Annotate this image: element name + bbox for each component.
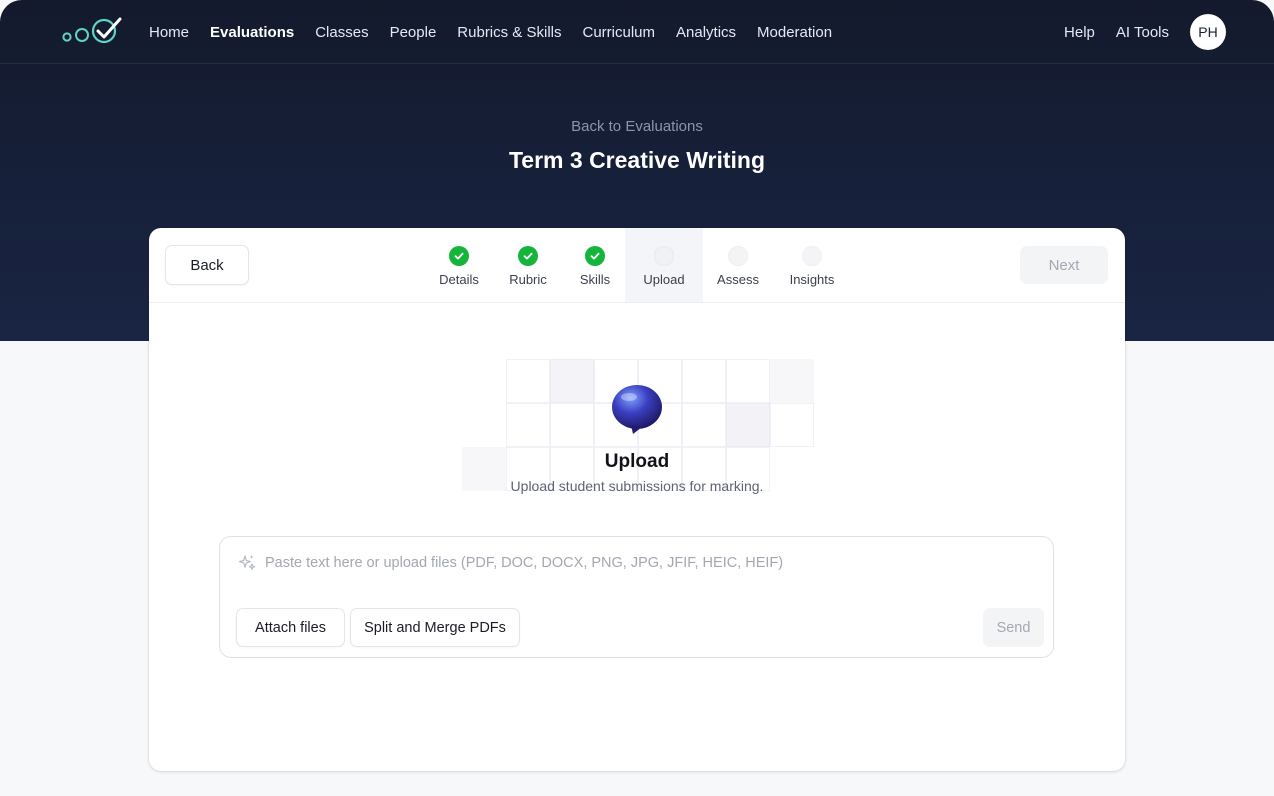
- wizard-steps: Details Rubric Skills Upload Assess Insi…: [149, 228, 1125, 303]
- nav-help[interactable]: Help: [1064, 24, 1095, 41]
- step-label: Upload: [643, 272, 685, 287]
- top-navigation: Home Evaluations Classes People Rubrics …: [0, 0, 1274, 64]
- step-upload[interactable]: Upload: [625, 228, 703, 302]
- nav-right: Help AI Tools PH: [1064, 0, 1226, 64]
- nav-curriculum[interactable]: Curriculum: [582, 24, 655, 41]
- upload-title: Upload: [604, 451, 670, 472]
- nav-analytics[interactable]: Analytics: [676, 24, 736, 41]
- app-logo[interactable]: [60, 16, 124, 46]
- submission-composer: Paste text here or upload files (PDF, DO…: [219, 536, 1054, 658]
- sparkle-icon: [238, 555, 256, 570]
- step-indicator: [802, 246, 822, 266]
- check-icon: [449, 246, 469, 266]
- step-label: Skills: [579, 272, 611, 287]
- back-button[interactable]: Back: [165, 245, 249, 285]
- wizard-card: Details Rubric Skills Upload Assess Insi…: [149, 228, 1125, 771]
- step-indicator: [728, 246, 748, 266]
- step-indicator: [654, 246, 674, 266]
- nav-home[interactable]: Home: [149, 24, 189, 41]
- send-button[interactable]: Send: [983, 608, 1044, 647]
- nav-links: Home Evaluations Classes People Rubrics …: [149, 0, 853, 64]
- step-rubric[interactable]: Rubric: [507, 228, 549, 302]
- nav-rubrics-skills[interactable]: Rubrics & Skills: [457, 24, 561, 41]
- step-skills[interactable]: Skills: [577, 228, 613, 302]
- check-icon: [585, 246, 605, 266]
- nav-people[interactable]: People: [390, 24, 437, 41]
- nav-evaluations[interactable]: Evaluations: [210, 24, 294, 41]
- speech-bubble-icon: [612, 385, 662, 434]
- step-assess[interactable]: Assess: [715, 228, 761, 302]
- step-insights[interactable]: Insights: [787, 228, 837, 302]
- back-to-evaluations-link[interactable]: Back to Evaluations: [0, 118, 1274, 135]
- step-label: Assess: [717, 272, 759, 287]
- split-merge-pdfs-button[interactable]: Split and Merge PDFs: [350, 608, 520, 647]
- nav-ai-tools[interactable]: AI Tools: [1116, 24, 1169, 41]
- nav-classes[interactable]: Classes: [315, 24, 368, 41]
- step-label: Insights: [789, 272, 835, 287]
- user-avatar[interactable]: PH: [1190, 14, 1226, 50]
- check-icon: [518, 246, 538, 266]
- upload-subtitle: Upload student submissions for marking.: [510, 478, 764, 494]
- page-title: Term 3 Creative Writing: [508, 147, 766, 173]
- nav-moderation[interactable]: Moderation: [757, 24, 832, 41]
- attach-files-button[interactable]: Attach files: [236, 608, 345, 647]
- step-details[interactable]: Details: [438, 228, 480, 302]
- wizard-header: Details Rubric Skills Upload Assess Insi…: [149, 228, 1125, 303]
- step-label: Details: [439, 272, 479, 287]
- step-label: Rubric: [509, 272, 547, 287]
- composer-input[interactable]: Paste text here or upload files (PDF, DO…: [265, 555, 783, 571]
- next-button[interactable]: Next: [1020, 246, 1108, 284]
- app-frame: Home Evaluations Classes People Rubrics …: [0, 0, 1274, 796]
